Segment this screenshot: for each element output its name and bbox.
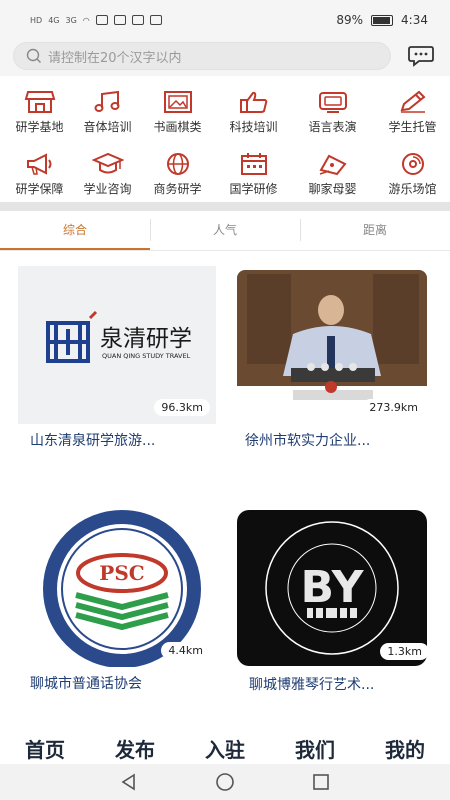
card-title: 山东清泉研学旅游... — [30, 433, 156, 449]
notification-icon — [95, 15, 108, 25]
svg-text:PSC: PSC — [99, 561, 144, 585]
category-yuyan-biaoyan[interactable]: 语言表演 — [295, 80, 370, 136]
category-liaojia-muying[interactable]: 聊家母婴 — [295, 142, 370, 198]
megaphone-icon — [26, 153, 51, 175]
thumbs-up-icon — [239, 91, 267, 113]
category-label: 游乐场馆 — [388, 182, 437, 196]
system-nav-bar — [0, 764, 450, 800]
notification-icon — [131, 15, 144, 25]
nav-join[interactable]: 入驻 — [190, 734, 260, 763]
recents-icon[interactable] — [311, 772, 331, 792]
nav-about[interactable]: 我们 — [280, 734, 350, 763]
clock: 4:34 — [401, 13, 428, 27]
tv-icon — [318, 92, 347, 113]
sort-tabs: 综合 人气 距离 — [0, 211, 450, 251]
category-label: 聊家母婴 — [308, 182, 357, 196]
4g-signal-icon: 4G — [48, 15, 60, 25]
calendar-icon — [240, 153, 267, 175]
category-label: 学生托管 — [388, 120, 437, 134]
nav-publish[interactable]: 发布 — [100, 734, 170, 763]
category-xueye-zixun[interactable]: 学业咨询 — [70, 142, 145, 198]
listing-card[interactable]: BY 1.3km 聊城博雅琴行艺术... — [237, 510, 437, 710]
listing-card[interactable]: 泉清研学 QUAN QING STUDY TRAVEL 96.3km 山东清泉研… — [18, 266, 218, 466]
status-bar: HD 4G 3G ◠ 89% 4:34 — [0, 0, 450, 40]
notification-icon — [113, 15, 126, 25]
category-label: 科技培训 — [229, 120, 278, 134]
globe-icon — [166, 153, 189, 175]
tab-renqi[interactable]: 人气 — [150, 211, 300, 250]
category-xuesheng-tuoguan[interactable]: 学生托管 — [375, 80, 450, 136]
card-title: 聊城市普通话协会 — [30, 676, 142, 692]
svg-text:BY: BY — [301, 562, 365, 613]
painting-icon — [163, 91, 192, 113]
category-yanxue-baozhang[interactable]: 研学保障 — [2, 142, 77, 198]
nav-home[interactable]: 首页 — [10, 734, 80, 763]
hd-icon: HD — [30, 15, 43, 25]
category-yanxue-jidi[interactable]: 研学基地 — [2, 80, 77, 136]
disc-icon — [401, 153, 424, 175]
category-label: 学业咨询 — [83, 182, 132, 196]
graduation-cap-icon — [91, 152, 124, 174]
card-image: PSC 4.4km — [18, 509, 216, 667]
notification-icon — [149, 15, 162, 25]
back-icon[interactable] — [119, 772, 139, 792]
category-label: 研学保障 — [15, 182, 64, 196]
card-image: 273.9km — [233, 266, 431, 424]
category-yinti-peixun[interactable]: 音体培训 — [70, 80, 145, 136]
wifi-icon: ◠ — [82, 15, 90, 25]
category-label: 语言表演 — [308, 120, 357, 134]
category-keji-peixun[interactable]: 科技培训 — [216, 80, 291, 136]
battery-icon — [371, 14, 394, 26]
3g-signal-icon: 3G — [65, 15, 77, 25]
shop-icon — [24, 91, 55, 113]
section-divider — [0, 202, 450, 211]
hat-icon — [318, 154, 347, 176]
pencil-icon — [400, 90, 425, 113]
distance-badge: 4.4km — [161, 642, 210, 659]
tab-juli[interactable]: 距离 — [300, 211, 450, 250]
search-placeholder: 请控制在20个汉字以内 — [48, 50, 182, 66]
svg-text:泉清研学: 泉清研学 — [100, 326, 192, 352]
listing-card[interactable]: PSC 4.4km 聊城市普通话协会 — [18, 509, 218, 709]
category-grid: 研学基地 音体培训 书画棋类 科技培训 语言表演 学生托管 研学保障 学业咨询 … — [0, 80, 450, 202]
music-note-icon — [94, 90, 119, 112]
card-title: 聊城博雅琴行艺术... — [249, 677, 375, 693]
tab-zonghe[interactable]: 综合 — [0, 211, 150, 250]
distance-badge: 96.3km — [154, 399, 210, 416]
category-label: 音体培训 — [83, 120, 132, 134]
listing-card[interactable]: 273.9km 徐州市软实力企业... — [233, 266, 433, 466]
distance-badge: 273.9km — [362, 399, 425, 416]
search-input[interactable]: 请控制在20个汉字以内 — [13, 42, 391, 70]
category-youle-changguan[interactable]: 游乐场馆 — [375, 142, 450, 198]
battery-percent: 89% — [336, 13, 364, 27]
category-label: 国学研修 — [229, 182, 278, 196]
category-shangwu-yanxue[interactable]: 商务研学 — [140, 142, 215, 198]
category-guoxue-yanxiu[interactable]: 国学研修 — [216, 142, 291, 198]
home-circle-icon[interactable] — [215, 772, 235, 792]
category-shuhua-qilei[interactable]: 书画棋类 — [140, 80, 215, 136]
category-label: 商务研学 — [153, 182, 202, 196]
search-row: 请控制在20个汉字以内 — [0, 40, 450, 76]
status-icons: HD 4G 3G ◠ — [30, 15, 162, 25]
card-image: BY 1.3km — [237, 510, 435, 668]
nav-mine[interactable]: 我的 — [370, 734, 440, 763]
search-icon — [26, 48, 41, 63]
card-title: 徐州市软实力企业... — [245, 433, 371, 449]
category-label: 研学基地 — [15, 120, 64, 134]
message-icon[interactable] — [408, 45, 434, 67]
distance-badge: 1.3km — [380, 643, 429, 660]
card-image: 泉清研学 QUAN QING STUDY TRAVEL 96.3km — [18, 266, 216, 424]
bottom-nav: 首页 发布 入驻 我们 我的 — [0, 730, 450, 766]
svg-text:QUAN QING STUDY TRAVEL: QUAN QING STUDY TRAVEL — [102, 352, 191, 360]
category-label: 书画棋类 — [153, 120, 202, 134]
